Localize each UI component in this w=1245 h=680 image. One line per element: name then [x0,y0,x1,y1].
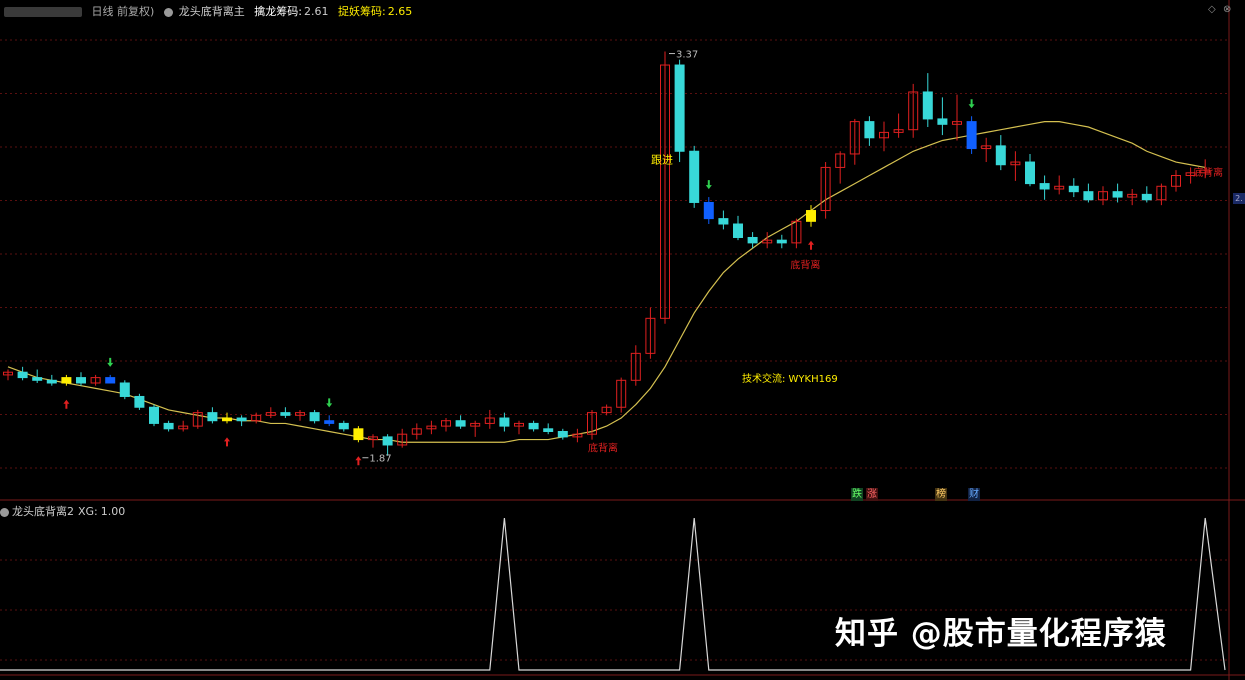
candle-body [1141,193,1152,201]
candle-body [528,422,539,430]
candle-body [718,218,729,225]
candle-body [134,395,145,408]
candle-body [105,377,116,384]
arrow-down-icon [326,398,333,408]
blurred-stock-name [4,7,82,17]
candle-body [703,201,714,220]
low-value-label: 1.87 [369,454,391,465]
subchart-label: XG: [78,505,98,518]
candle-body [543,428,554,432]
indicator-toggle-icon[interactable] [163,7,173,17]
candle-body [222,417,232,422]
candle-body [236,417,247,422]
candle-body [733,223,743,238]
high-value-label: 3.37 [676,50,698,61]
candle-body [674,64,685,152]
diamond-icon[interactable]: ◇ [1208,4,1216,15]
arrow-down-icon [705,180,712,190]
signal-markers [63,53,975,466]
header-value-2: 2.65 [387,5,413,18]
candle-body [966,121,977,150]
arrow-up-icon [224,437,230,447]
candle-body [937,118,948,125]
follow-label: 跟进 [651,153,673,166]
indicator-name[interactable]: 龙头底背离主 [179,5,245,18]
badge-finance[interactable]: 财 [968,488,980,501]
badge-fall[interactable]: 跌 [851,488,863,501]
y-axis-badge: 2. [1233,193,1245,204]
period-label: 日线 前复权) [91,5,155,18]
subchart-indicator-name[interactable]: 龙头底背离2 [12,505,74,518]
chart-grid [0,0,1245,680]
chart-header: 日线 前复权) 龙头底背离主 擒龙筹码: 2.61 捉妖筹码: 2.65 [0,3,418,19]
candle-body [747,236,758,244]
candle-body [995,145,1006,166]
candle-body [149,406,159,424]
divergence-label: 底背离 [588,442,618,455]
chart-canvas[interactable]: 3.37 1.87 跟进 底背离 底背离 底背离 技术交流: WYKH169 [0,0,1245,680]
candle-body [1039,183,1050,190]
arrow-down-icon [968,99,975,109]
candle-body [864,121,875,139]
candle-body [689,150,700,203]
close-icon[interactable]: ⊗ [1223,4,1231,15]
candle-body [309,412,320,422]
candle-body [207,412,218,422]
candle-body [499,417,510,427]
candle-body [76,377,86,384]
candle-body [324,420,335,424]
candle-body [1083,191,1094,201]
arrow-down-icon [107,357,114,367]
candle-body [1112,191,1123,198]
candle-body [338,422,349,430]
candle-body [32,377,43,381]
arrow-up-icon [63,399,70,409]
candle-body [17,371,28,379]
divergence-label: 底背离 [790,258,820,271]
candle-body [776,239,787,244]
candle-body [1025,161,1035,185]
arrow-up-icon [355,456,362,466]
watermark: 知乎 @股市量化程序猿 [835,616,1167,652]
header-label-1: 擒龙筹码: [254,5,303,18]
arrow-up-icon [808,240,814,250]
divergence-label: 底背离 [1193,166,1223,179]
subchart-header: 龙头底背离2 XG: 1.00 [0,503,125,519]
contact-label: 技术交流: WYKH169 [742,372,838,385]
candle-body [922,91,933,120]
subchart-value: 1.00 [100,505,126,518]
candle-body [382,436,393,446]
header-label-2: 捉妖筹码: [338,5,386,18]
candle-body [806,210,816,222]
candle-body [557,430,568,438]
candle-body [61,377,72,384]
candle-body [455,420,466,427]
candle-body [1068,185,1079,193]
indicator-toggle-icon[interactable] [0,507,9,517]
candle-body [353,428,364,441]
badge-ranking[interactable]: 榜 [935,488,947,501]
badge-rise[interactable]: 涨 [866,488,878,501]
candle-body [280,412,291,416]
header-value-1: 2.61 [304,5,329,18]
candle-body [119,382,130,397]
candle-body [46,379,57,384]
candle-body [163,422,174,430]
